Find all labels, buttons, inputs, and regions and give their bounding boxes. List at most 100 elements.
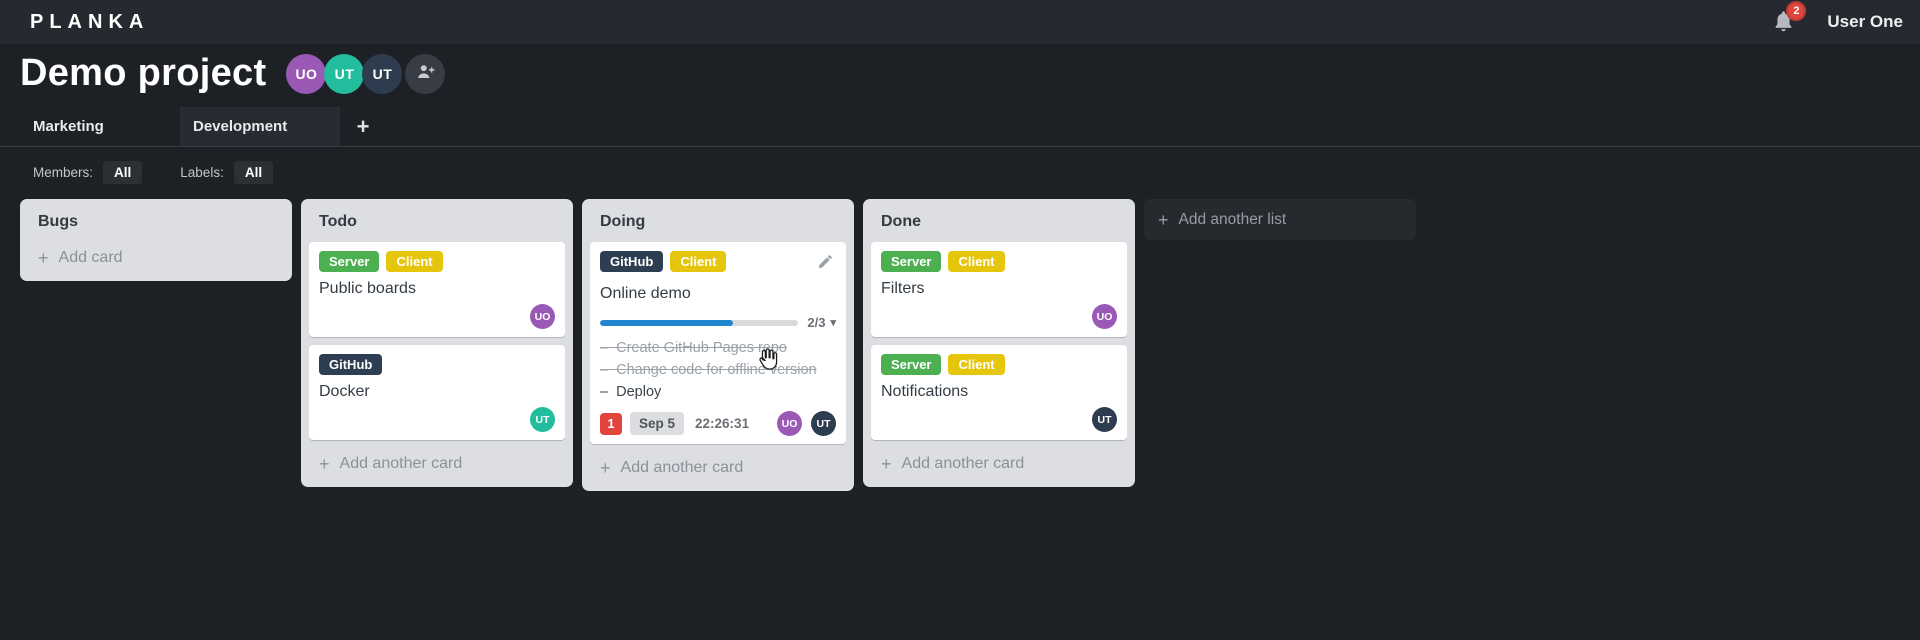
- tasks-counter[interactable]: 2/3 ▾: [807, 315, 836, 330]
- board-tabs: Marketing Development +: [0, 107, 1920, 147]
- card-head: GitHub Client: [600, 251, 836, 277]
- card-labels: Server Client: [319, 251, 555, 272]
- card-labels: GitHub Client: [600, 251, 727, 272]
- card-badges: 1 Sep 5 22:26:31 UO UT: [600, 411, 836, 436]
- edit-card-icon[interactable]: [815, 251, 836, 277]
- label-client[interactable]: Client: [948, 354, 1005, 375]
- list-doing: Doing GitHub Client Online demo 2/3 ▾ – …: [582, 199, 854, 491]
- card-members: UO: [881, 302, 1117, 329]
- plus-icon: +: [600, 458, 611, 478]
- add-list-label: Add another list: [1178, 210, 1287, 228]
- add-card-button[interactable]: + Add another card: [590, 452, 846, 483]
- card-public-boards[interactable]: Server Client Public boards UO: [309, 242, 565, 337]
- tab-development[interactable]: Development: [180, 107, 340, 146]
- avatar[interactable]: UO: [286, 53, 327, 94]
- tasks-progress: 2/3 ▾: [600, 315, 836, 330]
- plus-icon: +: [319, 454, 330, 474]
- bell-icon: [1771, 11, 1796, 38]
- planka-app: PLANKA 2 User One Demo project UO UT UT: [0, 0, 1920, 640]
- label-server[interactable]: Server: [319, 251, 380, 272]
- app-logo[interactable]: PLANKA: [30, 11, 149, 34]
- card-members: UT: [319, 405, 555, 432]
- notifications-button[interactable]: 2: [1771, 1, 1807, 38]
- list-done: Done Server Client Filters UO Server Cli…: [863, 199, 1135, 487]
- avatar[interactable]: UT: [362, 53, 403, 94]
- avatar[interactable]: UT: [811, 411, 836, 436]
- card-filters[interactable]: Server Client Filters UO: [871, 242, 1127, 337]
- add-card-label: Add another card: [339, 455, 463, 472]
- timer-badge[interactable]: 22:26:31: [695, 416, 749, 431]
- add-card-button[interactable]: + Add another card: [309, 448, 565, 479]
- list-title[interactable]: Bugs: [28, 206, 284, 242]
- plus-icon: +: [38, 248, 49, 268]
- add-card-button[interactable]: + Add another card: [871, 448, 1127, 479]
- progress-fill: [600, 319, 733, 326]
- label-client[interactable]: Client: [670, 251, 727, 272]
- list-bugs: Bugs + Add card: [20, 199, 292, 281]
- card-labels: Server Client: [881, 354, 1117, 375]
- card-members: UT: [881, 405, 1117, 432]
- due-date-badge[interactable]: Sep 5: [630, 412, 685, 435]
- labels-filter-label: Labels:: [180, 165, 224, 180]
- plus-icon: +: [881, 454, 892, 474]
- card-online-demo[interactable]: GitHub Client Online demo 2/3 ▾ – Create…: [590, 242, 846, 444]
- avatar[interactable]: UT: [1092, 407, 1117, 432]
- top-bar: PLANKA 2 User One: [0, 0, 1920, 44]
- label-github[interactable]: GitHub: [600, 251, 664, 272]
- labels-filter-value[interactable]: All: [233, 161, 274, 184]
- card-members: UO: [319, 302, 555, 329]
- card-title: Filters: [881, 280, 925, 297]
- tasks-counter-value: 2/3: [807, 315, 826, 330]
- card-labels: GitHub: [319, 354, 555, 375]
- user-menu[interactable]: User One: [1827, 12, 1903, 32]
- avatar[interactable]: UT: [530, 407, 555, 432]
- notification-count-badge: 1: [600, 412, 622, 435]
- card-title: Notifications: [881, 383, 969, 400]
- add-card-button[interactable]: + Add card: [28, 242, 284, 273]
- chevron-down-icon: ▾: [830, 317, 836, 329]
- top-bar-right: 2 User One: [1771, 1, 1903, 38]
- add-card-label: Add another card: [620, 459, 744, 476]
- members-filter-value[interactable]: All: [103, 161, 143, 184]
- list-title[interactable]: Todo: [309, 206, 565, 242]
- label-client[interactable]: Client: [386, 251, 443, 272]
- card-title: Online demo: [600, 285, 691, 302]
- project-title[interactable]: Demo project: [20, 52, 266, 95]
- card-title: Docker: [319, 383, 370, 400]
- add-user-icon: [415, 61, 436, 87]
- add-member-button[interactable]: [405, 53, 446, 94]
- notification-badge: 2: [1786, 1, 1807, 21]
- label-server[interactable]: Server: [881, 251, 942, 272]
- add-board-button[interactable]: +: [340, 107, 386, 146]
- add-list-button[interactable]: + Add another list: [1144, 199, 1416, 240]
- project-members: UO UT UT: [286, 53, 446, 94]
- avatar[interactable]: UO: [777, 411, 802, 436]
- add-card-label: Add card: [58, 249, 123, 266]
- card-notifications[interactable]: Server Client Notifications UT: [871, 345, 1127, 440]
- tab-marketing[interactable]: Marketing: [20, 107, 180, 146]
- add-card-label: Add another card: [901, 455, 1025, 472]
- label-github[interactable]: GitHub: [319, 354, 383, 375]
- task-item: Change code for offline version: [600, 359, 836, 381]
- avatar[interactable]: UO: [1092, 304, 1117, 329]
- members-filter-label: Members:: [33, 165, 94, 180]
- members-filter: Members: All: [33, 161, 143, 184]
- label-client[interactable]: Client: [948, 251, 1005, 272]
- label-server[interactable]: Server: [881, 354, 942, 375]
- list-title[interactable]: Done: [871, 206, 1127, 242]
- avatar[interactable]: UO: [530, 304, 555, 329]
- task-item: Create GitHub Pages repo: [600, 337, 836, 359]
- list-title[interactable]: Doing: [590, 206, 846, 242]
- progress-bar: [600, 319, 799, 326]
- plus-icon: +: [1158, 209, 1169, 230]
- avatar[interactable]: UT: [324, 53, 365, 94]
- card-title: Public boards: [319, 280, 416, 297]
- labels-filter: Labels: All: [180, 161, 274, 184]
- task-item: Deploy: [600, 381, 836, 403]
- card-docker[interactable]: GitHub Docker UT: [309, 345, 565, 440]
- filter-bar: Members: All Labels: All: [33, 161, 1920, 184]
- project-header: Demo project UO UT UT: [0, 44, 1920, 95]
- list-todo: Todo Server Client Public boards UO GitH…: [301, 199, 573, 487]
- board: Bugs + Add card Todo Server Client Publi…: [20, 199, 1920, 491]
- card-labels: Server Client: [881, 251, 1117, 272]
